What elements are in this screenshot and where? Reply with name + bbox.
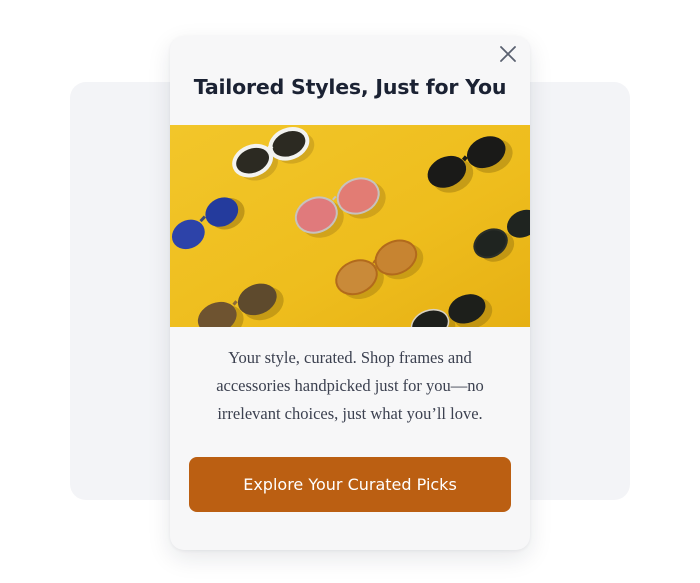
popup-title: Tailored Styles, Just for You [193, 75, 507, 99]
page: Tailored Styles, Just for You Your style… [0, 0, 700, 583]
close-button[interactable] [496, 42, 520, 66]
popup-description: Your style, curated. Shop frames and acc… [216, 348, 484, 423]
promo-popup: Tailored Styles, Just for You Your style… [170, 36, 530, 550]
sunglasses-on-yellow-image [170, 125, 530, 327]
close-icon [500, 46, 516, 62]
explore-curated-picks-button[interactable]: Explore Your Curated Picks [189, 457, 511, 512]
